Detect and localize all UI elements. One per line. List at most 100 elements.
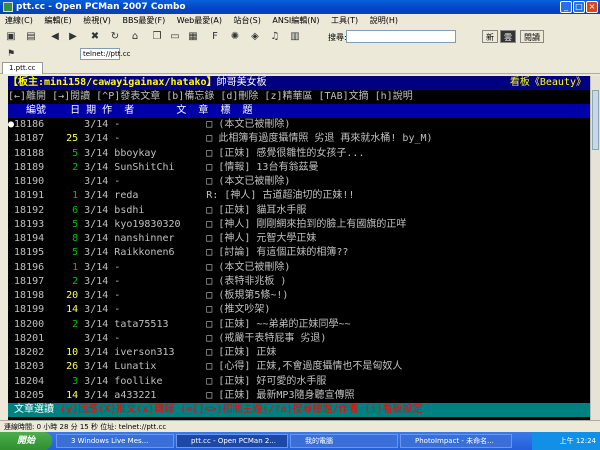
lock-icon[interactable]: ▥	[288, 30, 302, 44]
copy-icon[interactable]: ❐	[150, 30, 164, 44]
post-date: 3/14	[84, 218, 109, 230]
post-title: □ (本文已被刪除)	[206, 119, 291, 130]
new-page-icon[interactable]: ▤	[24, 30, 38, 44]
post-author: bsdhi	[114, 204, 145, 216]
maximize-button[interactable]: □	[573, 1, 585, 13]
post-date: 3/14	[84, 261, 109, 273]
menu-connect[interactable]: 連線(C)	[5, 16, 33, 25]
recommend-count: 8	[72, 233, 79, 244]
post-date: 3/14	[84, 204, 109, 216]
post-date: 3/14	[84, 161, 109, 173]
tab-ptt[interactable]: 1.ptt.cc	[2, 62, 43, 74]
post-row[interactable]: 18201 3/14 - □ (戒嚴干表特屁事 劣退)	[8, 332, 590, 346]
recommend-count: 5	[72, 147, 79, 159]
post-date: 3/14	[84, 347, 109, 358]
copy-paste-icon[interactable]: ▦	[186, 30, 200, 44]
post-row[interactable]: ●18186 3/14 - □ (本文已被刪除)	[8, 118, 590, 132]
post-author: -	[114, 261, 121, 273]
menu-tools[interactable]: 工具(T)	[331, 16, 358, 25]
recommend-count: 25	[66, 133, 79, 145]
task-photoimpact[interactable]: PhotoImpact - 未命名...	[400, 434, 512, 448]
post-row[interactable]: 18205 14 3/14 a433221 □ [正妹] 最新MP3隨身聽宣傳照	[8, 389, 590, 403]
recommend-count: 1	[72, 190, 79, 202]
post-title: □ [正妹] 貓耳水手服	[206, 204, 307, 216]
scrollbar-thumb[interactable]	[592, 90, 599, 150]
post-number: 18192	[14, 204, 45, 216]
task-pcman[interactable]: ptt.cc - Open PCMan 2...	[176, 434, 288, 448]
post-date: 3/14	[84, 304, 109, 316]
footer-label: 文章選讀	[8, 404, 61, 415]
post-row[interactable]: 18196 1 3/14 - □ (本文已被刪除)	[8, 261, 590, 275]
new-connection-icon[interactable]: ▣	[4, 30, 18, 44]
post-row[interactable]: 18191 1 3/14 reda R: [神人] 古道超油切的正妹!!	[8, 189, 590, 203]
post-row[interactable]: 18187 25 3/14 - □ 此相簿有過度攝情照 劣退 再來就水桶! by_M…	[8, 132, 590, 146]
post-row[interactable]: 18192 6 3/14 bsdhi □ [正妹] 貓耳水手服	[8, 204, 590, 218]
post-title: □ [正妹] 正妹	[206, 347, 277, 358]
board-moderators: 【板主:mini158/cawayigainax/hatako】	[8, 77, 217, 88]
post-row[interactable]: 18193 5 3/14 kyo19830320 □ [神人] 剛剛網來拍到的臉上有…	[8, 218, 590, 232]
vertical-scrollbar[interactable]	[590, 76, 600, 420]
post-row[interactable]: 18198 20 3/14 - □ (板規第5條~!)	[8, 289, 590, 303]
post-row[interactable]: 18203 26 3/14 Lunatix □ [心得] 正妹,不會過度攝情也不是匈…	[8, 360, 590, 374]
task-live-messenger[interactable]: 3 Windows Live Mes...	[56, 434, 174, 448]
forward-arrow-icon[interactable]: ▶	[66, 30, 80, 44]
menu-view[interactable]: 檢視(V)	[83, 16, 111, 25]
footer-bar: 文章選讀 (y)回應(X)推文(x)轉錄 (=[]<>)相關主題(/?a)搜尋標…	[8, 403, 590, 417]
post-title: □ (本文已被刪除)	[206, 176, 291, 187]
board-header: 【板主:mini158/cawayigainax/hatako】帥哥美女板 看板《…	[8, 76, 590, 90]
post-row[interactable]: 18190 3/14 - □ (本文已被刪除)	[8, 175, 590, 189]
task-my-computer[interactable]: 我的電腦	[290, 434, 398, 448]
post-row[interactable]: 18188 5 3/14 bboykay □ [正妹] 感覺很雛性的女孩子...	[8, 147, 590, 161]
minimize-button[interactable]: _	[560, 1, 572, 13]
recommend-count: 5	[72, 218, 79, 230]
paste-icon[interactable]: ▭	[168, 30, 182, 44]
web-chip[interactable]: 雲	[500, 30, 516, 43]
font-icon[interactable]: F	[208, 30, 222, 44]
close-button[interactable]: ×	[586, 1, 598, 13]
address-input[interactable]: telnet://ptt.cc	[80, 48, 130, 60]
home-icon[interactable]: ⌂	[128, 30, 142, 44]
post-row[interactable]: 18197 2 3/14 - □ (表特非兆板 )	[8, 275, 590, 289]
post-row[interactable]: 18189 2 3/14 SunShitChi □ [情報] 13台有翁茲曼	[8, 161, 590, 175]
post-row[interactable]: 18199 14 3/14 - □ (推文吵架)	[8, 303, 590, 317]
post-title: □ [神人] 剛剛網來拍到的臉上有國旗的正咩	[206, 218, 407, 230]
bbs-chip[interactable]: 新	[482, 30, 498, 43]
post-number: 18187	[14, 133, 45, 145]
start-button[interactable]: 開始	[0, 432, 52, 450]
read-checkbox[interactable]: 閱讀	[520, 30, 544, 43]
menu-web-favorites[interactable]: Web最愛(A)	[177, 16, 222, 25]
search-input[interactable]	[346, 30, 456, 43]
bbs-terminal[interactable]: 【板主:mini158/cawayigainax/hatako】帥哥美女板 看板《…	[8, 76, 590, 420]
post-row[interactable]: 18200 2 3/14 tata75513 □ [正妹] ~~弟弟的正妹同學~~	[8, 318, 590, 332]
settings-icon[interactable]: ✺	[228, 30, 242, 44]
refresh-icon[interactable]: ↻	[108, 30, 122, 44]
post-row[interactable]: 18194 8 3/14 nanshinner □ [神人] 元智大學正妹	[8, 232, 590, 246]
help-line: [←]離開 [→]閱讀 [^P]發表文章 [b]備忘錄 [d]刪除 [z]精華區…	[8, 91, 413, 102]
post-author: Lunatix	[114, 361, 157, 373]
anti-idle-icon[interactable]: ◈	[248, 30, 262, 44]
menu-site[interactable]: 站台(S)	[234, 16, 261, 25]
stop-icon[interactable]: ✖	[88, 30, 102, 44]
post-author: -	[114, 290, 121, 301]
post-number: 18200	[14, 318, 45, 330]
post-row[interactable]: 18204 3 3/14 foollike □ [正妹] 好可愛的水手服	[8, 375, 590, 389]
bell-icon[interactable]: ♫	[268, 30, 282, 44]
menu-edit[interactable]: 編輯(E)	[44, 16, 71, 25]
tab-bar: 1.ptt.cc	[0, 61, 600, 74]
menu-help[interactable]: 說明(H)	[370, 16, 398, 25]
back-arrow-icon[interactable]: ◀	[48, 30, 62, 44]
taskbar: 開始 3 Windows Live Mes... ptt.cc - Open P…	[0, 432, 600, 450]
column-header: 編號 日 期 作 者 文 章 標 題	[8, 104, 590, 118]
menu-ansi-edit[interactable]: ANSI編輯(N)	[272, 16, 319, 25]
recommend-count: 20	[66, 290, 79, 301]
post-title: □ [正妹] 最新MP3隨身聽宣傳照	[206, 389, 355, 401]
post-row[interactable]: 18202 10 3/14 iverson313 □ [正妹] 正妹	[8, 346, 590, 360]
post-author: tata75513	[114, 318, 169, 330]
menu-bbs-favorites[interactable]: BBS最愛(F)	[122, 16, 165, 25]
post-number: 18204	[14, 375, 45, 387]
post-author: -	[114, 176, 121, 187]
post-title: □ (本文已被刪除)	[206, 261, 291, 273]
post-title: □ (推文吵架)	[206, 304, 271, 316]
recommend-count: 26	[66, 361, 79, 373]
post-row[interactable]: 18195 5 3/14 Raikkonen6 □ [討論] 有這個正妹的相簿??	[8, 246, 590, 260]
